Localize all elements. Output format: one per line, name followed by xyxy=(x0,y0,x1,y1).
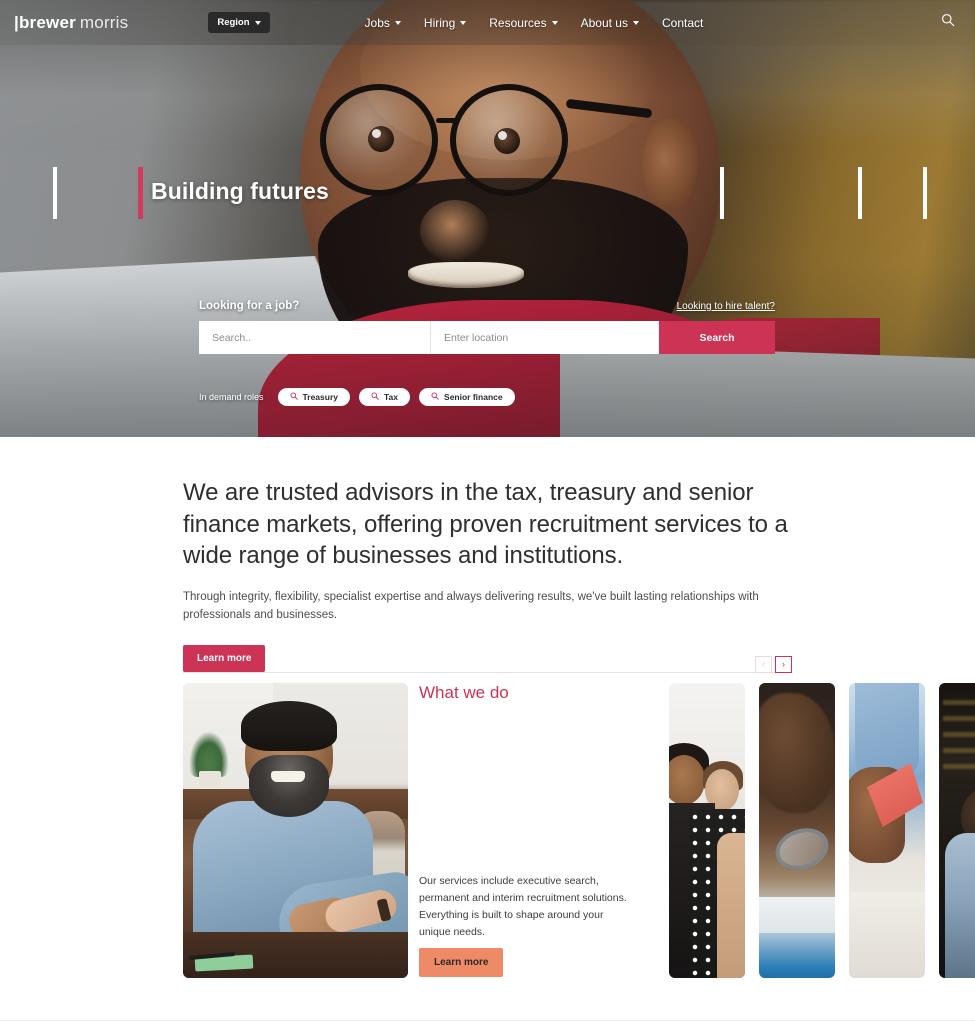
job-search-panel: Looking for a job? Looking to hire talen… xyxy=(199,300,775,354)
chevron-down-icon xyxy=(632,20,639,25)
nav-label: About us xyxy=(580,15,628,30)
nav-label: Contact xyxy=(661,15,704,30)
what-we-do-title: What we do xyxy=(419,683,509,702)
brand-logo[interactable]: | brewer morris xyxy=(14,13,128,33)
hire-talent-link[interactable]: Looking to hire talent? xyxy=(677,301,775,312)
carousel-next-button[interactable]: › xyxy=(775,656,792,673)
nav-item-about-us[interactable]: About us xyxy=(581,16,639,30)
hero-section: Building futures Looking for a job? Look… xyxy=(0,0,975,437)
carousel-card-4[interactable] xyxy=(939,683,975,978)
intro-paragraph: Through integrity, flexibility, speciali… xyxy=(183,591,759,621)
what-we-do-section: What we do Our services include executiv… xyxy=(0,683,975,978)
what-we-do-body: Our services include executive search, p… xyxy=(419,875,627,938)
header-search-icon[interactable] xyxy=(941,13,955,32)
nav-item-hiring[interactable]: Hiring xyxy=(423,15,467,30)
role-chip-label: Senior finance xyxy=(444,392,503,402)
nav-item-resources[interactable]: Resources xyxy=(489,15,558,30)
search-keyword-input[interactable] xyxy=(199,321,431,354)
logo-word-morris: morris xyxy=(79,12,129,32)
main-navigation: Jobs Hiring Resources About us Contact xyxy=(365,16,704,30)
search-location-input[interactable] xyxy=(431,321,659,354)
hero-accent-bars xyxy=(0,0,975,437)
page-bottom-rule xyxy=(0,1020,975,1021)
job-search-label: Looking for a job? xyxy=(199,300,300,312)
hero-bar-left xyxy=(53,167,57,219)
what-we-do-photo xyxy=(183,683,408,978)
role-chip-tax[interactable]: Tax xyxy=(359,388,411,406)
what-we-do-text: What we do Our services include executiv… xyxy=(419,683,644,978)
search-submit-button[interactable]: Search xyxy=(659,321,775,354)
carousel-card-1[interactable] xyxy=(669,683,745,978)
what-we-do-learn-more-button[interactable]: Learn more xyxy=(419,948,504,977)
search-icon xyxy=(431,392,439,402)
chevron-down-icon xyxy=(394,20,401,25)
in-demand-roles-label: In demand roles xyxy=(199,392,264,402)
chevron-down-icon xyxy=(460,20,467,25)
search-icon xyxy=(371,392,379,402)
page-headline: We are trusted advisors in the tax, trea… xyxy=(183,479,788,570)
hero-bar-accent xyxy=(138,167,143,219)
logo-word-brewer: brewer xyxy=(18,12,76,32)
region-selector-button[interactable]: Region xyxy=(208,12,270,33)
role-chip-label: Treasury xyxy=(302,392,338,402)
site-header: | brewer morris Region Jobs Hiring Resour… xyxy=(0,0,975,45)
in-demand-roles: In demand roles Treasury Tax Senior fina… xyxy=(199,388,515,406)
nav-label: Hiring xyxy=(423,15,456,30)
role-chip-label: Tax xyxy=(384,392,399,402)
page-root: Building futures Looking for a job? Look… xyxy=(0,0,975,1024)
intro-learn-more-button[interactable]: Learn more xyxy=(183,644,266,672)
carousel-card-3[interactable] xyxy=(849,683,925,978)
nav-item-jobs[interactable]: Jobs xyxy=(365,16,401,30)
carousel-prev-button[interactable]: ‹ xyxy=(755,656,772,673)
chevron-down-icon xyxy=(254,20,261,25)
intro-block: We are trusted advisors in the tax, trea… xyxy=(183,477,803,672)
carousel-card-2[interactable] xyxy=(759,683,835,978)
region-label: Region xyxy=(217,17,250,28)
nav-item-contact[interactable]: Contact xyxy=(662,16,703,30)
hero-bar-right-1 xyxy=(720,167,724,219)
hero-title: Building futures xyxy=(151,178,329,204)
search-icon xyxy=(290,392,298,402)
hero-bar-right-3 xyxy=(923,167,927,219)
nav-label: Jobs xyxy=(364,15,390,30)
nav-label: Resources xyxy=(489,15,547,30)
hero-bar-right-2 xyxy=(858,167,862,219)
role-chip-senior-finance[interactable]: Senior finance xyxy=(419,388,515,406)
chevron-down-icon xyxy=(551,20,558,25)
carousel-controls: ‹ › xyxy=(755,656,792,673)
section-divider xyxy=(183,672,790,673)
role-chip-treasury[interactable]: Treasury xyxy=(277,388,350,406)
